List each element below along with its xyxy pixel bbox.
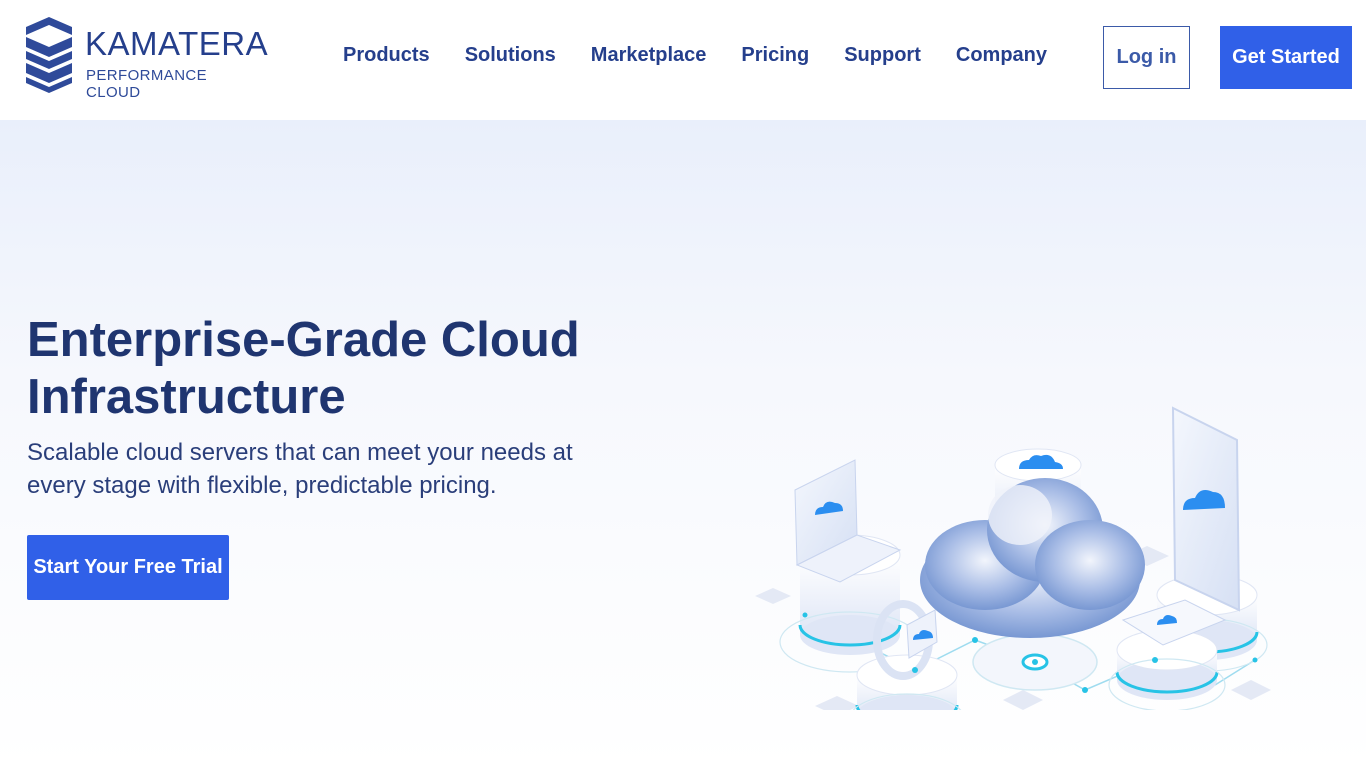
hero-subtitle: Scalable cloud servers that can meet you… (27, 439, 573, 499)
login-button[interactable]: Log in (1103, 26, 1190, 89)
tablet-icon (1108, 599, 1227, 710)
kamatera-logo[interactable]: KAMATERA PERFORMANCE CLOUD (26, 17, 269, 101)
hero-section: Enterprise-Grade Cloud Infrastructure Sc… (0, 120, 1366, 768)
nav-item-marketplace[interactable]: Marketplace (591, 44, 707, 72)
cloud-network-illustration (755, 406, 1271, 710)
laptop-icon (779, 459, 921, 673)
site-header: KAMATERA PERFORMANCE CLOUD Products Solu… (0, 0, 1366, 120)
kamatera-logo-mark-icon (26, 17, 72, 93)
nav-item-support[interactable]: Support (844, 44, 921, 72)
cloud-icon (920, 478, 1145, 638)
hero-title: Enterprise-Grade Cloud Infrastructure (27, 313, 580, 424)
get-started-button[interactable]: Get Started (1220, 26, 1352, 89)
nav-item-company[interactable]: Company (956, 44, 1047, 72)
logo-tagline: PERFORMANCE CLOUD (86, 67, 208, 101)
nav-item-solutions[interactable]: Solutions (465, 44, 556, 72)
nav-item-pricing[interactable]: Pricing (741, 44, 809, 72)
logo-wordmark: KAMATERA (85, 25, 269, 62)
main-nav: Products Solutions Marketplace Pricing S… (343, 44, 1082, 72)
start-free-trial-button[interactable]: Start Your Free Trial (27, 535, 229, 600)
nav-item-products[interactable]: Products (343, 44, 430, 72)
